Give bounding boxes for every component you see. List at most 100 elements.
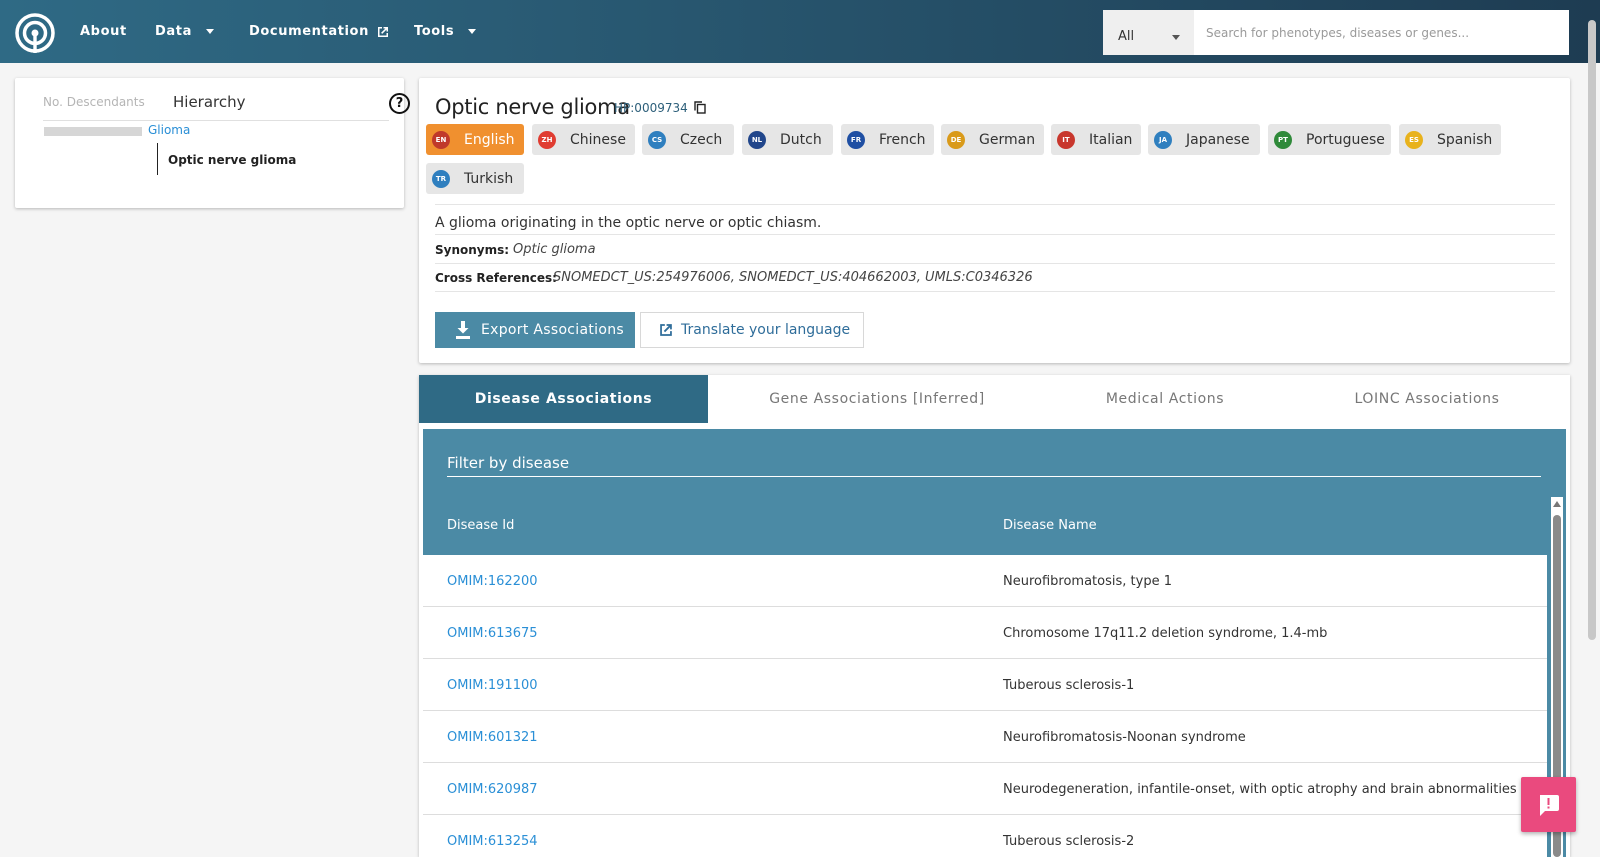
flag-fr-icon: FR — [847, 130, 865, 149]
flag-nl-icon: NL — [748, 130, 766, 149]
term-definition: A glioma originating in the optic nerve … — [435, 215, 822, 231]
lang-portuguese-button[interactable]: PT Portuguese — [1268, 124, 1391, 155]
help-icon[interactable]: ? — [389, 93, 410, 114]
filter-disease-input[interactable] — [447, 449, 1541, 477]
nav-tools[interactable]: Tools — [414, 24, 477, 39]
lang-czech-button[interactable]: CS Czech — [642, 124, 734, 155]
synonyms-value: Optic glioma — [513, 242, 596, 257]
term-detail-card: Optic nerve glioma HP:0009734 EN English … — [419, 78, 1570, 363]
lang-label: Dutch — [780, 131, 822, 148]
disease-id-link[interactable]: OMIM:162200 — [447, 574, 538, 589]
hierarchy-current-term: Optic nerve glioma — [168, 153, 297, 167]
descendant-count-bar — [44, 127, 142, 136]
translate-label: Translate your language — [681, 322, 851, 338]
table-row: OMIM:162200 Neurofibromatosis, type 1 — [423, 555, 1547, 607]
synonyms-label: Synonyms: — [435, 243, 510, 257]
disease-name: Chromosome 17q11.2 deletion syndrome, 1.… — [1003, 626, 1328, 641]
flag-cs-icon: CS — [648, 130, 666, 149]
lang-french-button[interactable]: FR French — [841, 124, 934, 155]
tab-descendants[interactable]: No. Descendants — [43, 95, 145, 109]
app-logo-icon[interactable] — [14, 12, 56, 54]
column-disease-name[interactable]: Disease Name — [1003, 518, 1097, 533]
disease-id-link[interactable]: OMIM:613675 — [447, 626, 538, 641]
chevron-down-icon — [468, 29, 477, 34]
cross-references-value: SNOMEDCT_US:254976006, SNOMEDCT_US:40466… — [553, 270, 1033, 285]
lang-label: English — [464, 131, 515, 148]
table-body: OMIM:162200 Neurofibromatosis, type 1 OMI… — [423, 555, 1547, 857]
tab-loinc-associations[interactable]: LOINC Associations — [1284, 375, 1570, 423]
nav-documentation-label: Documentation — [249, 24, 369, 39]
translate-language-button[interactable]: Translate your language — [640, 312, 864, 348]
table-row: OMIM:601321 Neurofibromatosis-Noonan synd… — [423, 711, 1547, 763]
disease-name: Neurodegeneration, infantile-onset, with… — [1003, 782, 1517, 797]
disease-name: Tuberous sclerosis-2 — [1003, 834, 1135, 849]
external-link-icon — [660, 324, 672, 336]
lang-japanese-button[interactable]: JA Japanese — [1148, 124, 1260, 155]
disease-id-link[interactable]: OMIM:620987 — [447, 782, 538, 797]
lang-german-button[interactable]: DE German — [941, 124, 1044, 155]
lang-label: Turkish — [464, 170, 514, 187]
search-input[interactable] — [1194, 10, 1569, 55]
nav-documentation[interactable]: Documentation — [249, 24, 389, 39]
flag-en-icon: EN — [432, 130, 450, 149]
lang-spanish-button[interactable]: ES Spanish — [1399, 124, 1501, 155]
external-link-icon — [377, 26, 388, 37]
export-associations-button[interactable]: Export Associations — [435, 312, 635, 348]
flag-pt-icon: PT — [1274, 130, 1292, 149]
chevron-down-icon — [205, 29, 214, 34]
feedback-icon — [1540, 795, 1559, 816]
flag-zh-icon: ZH — [538, 130, 556, 149]
nav-about[interactable]: About — [80, 24, 127, 39]
lang-italian-button[interactable]: IT Italian — [1051, 124, 1141, 155]
disease-id-link[interactable]: OMIM:601321 — [447, 730, 538, 745]
flag-de-icon: DE — [947, 130, 965, 149]
column-disease-id[interactable]: Disease Id — [447, 518, 514, 533]
disease-name: Neurofibromatosis, type 1 — [1003, 574, 1172, 589]
table-row: OMIM:613675 Chromosome 17q11.2 deletion s… — [423, 607, 1547, 659]
page-scrollbar[interactable] — [1588, 20, 1596, 640]
nav-data-label: Data — [155, 24, 192, 39]
associations-tabs: Disease Associations Gene Associations [… — [419, 375, 1570, 423]
associations-panel: Disease Associations Gene Associations [… — [419, 375, 1570, 857]
flag-es-icon: ES — [1405, 130, 1423, 149]
feedback-button[interactable] — [1521, 777, 1576, 832]
lang-english-button[interactable]: EN English — [426, 124, 524, 155]
flag-ja-icon: JA — [1154, 130, 1172, 149]
chevron-down-icon — [1172, 35, 1180, 40]
lang-label: Spanish — [1437, 131, 1493, 148]
table-header: Disease Id Disease Name — [423, 495, 1547, 555]
scroll-up-arrow-icon[interactable] — [1553, 501, 1561, 507]
lang-label: Chinese — [570, 131, 626, 148]
lang-dutch-button[interactable]: NL Dutch — [742, 124, 833, 155]
lang-chinese-button[interactable]: ZH Chinese — [532, 124, 635, 155]
search-category-select[interactable]: All — [1103, 10, 1194, 55]
search-category-value: All — [1118, 29, 1135, 44]
hierarchy-tabs: No. Descendants Hierarchy ? — [43, 85, 410, 121]
disease-name: Tuberous sclerosis-1 — [1003, 678, 1135, 693]
nav-data[interactable]: Data — [155, 24, 214, 39]
tab-gene-associations[interactable]: Gene Associations [Inferred] — [708, 375, 1046, 423]
nav-about-label: About — [80, 24, 127, 39]
disease-id-link[interactable]: OMIM:191100 — [447, 678, 538, 693]
tab-disease-associations[interactable]: Disease Associations — [419, 375, 708, 423]
disease-id-link[interactable]: OMIM:613254 — [447, 834, 538, 849]
search-bar: All — [1103, 10, 1569, 55]
hierarchy-card: No. Descendants Hierarchy ? Glioma Optic… — [15, 78, 410, 208]
tab-hierarchy[interactable]: Hierarchy — [173, 93, 246, 111]
divider — [435, 204, 1555, 205]
copy-icon[interactable] — [694, 101, 706, 114]
nav-tools-label: Tools — [414, 24, 455, 39]
hierarchy-connector — [157, 143, 158, 175]
lang-label: Italian — [1089, 131, 1133, 148]
lang-label: Czech — [680, 131, 723, 148]
disease-associations-body: Disease Id Disease Name OMIM:162200 Neuro… — [423, 429, 1566, 857]
tab-medical-actions[interactable]: Medical Actions — [1046, 375, 1284, 423]
lang-label: Japanese — [1186, 131, 1250, 148]
lang-turkish-button[interactable]: TR Turkish — [426, 163, 524, 194]
export-label: Export Associations — [481, 322, 624, 338]
hierarchy-parent-link[interactable]: Glioma — [148, 123, 190, 137]
term-id: HP:0009734 — [614, 101, 688, 115]
download-icon — [456, 321, 470, 339]
lang-label: French — [879, 131, 926, 148]
flag-tr-icon: TR — [432, 169, 450, 188]
